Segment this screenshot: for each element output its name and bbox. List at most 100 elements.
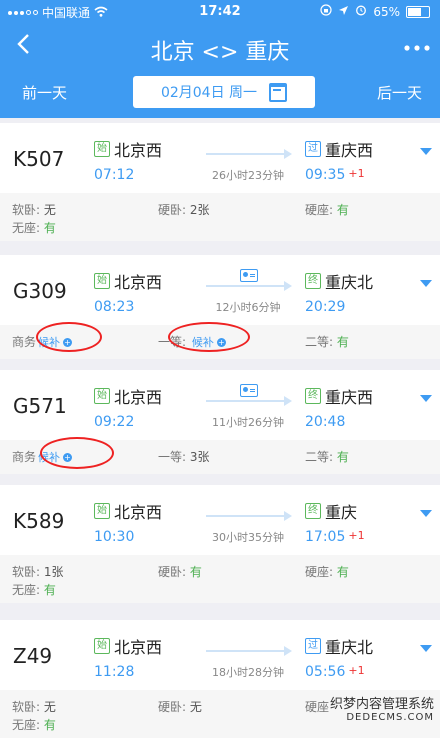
seat-value: 3张 — [189, 450, 210, 464]
departure: 始北京西 08:23 — [94, 269, 162, 315]
seat-label: 软卧: — [12, 700, 44, 714]
next-day-button[interactable]: 后一天 — [377, 82, 422, 103]
more-icon — [404, 45, 430, 51]
seat-value: 1张 — [43, 565, 64, 579]
to-station: 重庆西 — [325, 141, 374, 160]
seat-value: 有 — [189, 565, 202, 579]
seat-label: 无座: — [12, 583, 44, 597]
seat-label: 二等: — [305, 335, 337, 349]
date-picker[interactable]: 02月04日 周一 — [133, 76, 315, 108]
duration: 18小时28分钟 — [212, 666, 284, 679]
departure: 始北京西 10:30 — [94, 499, 162, 545]
arrival-time: 20:48 — [305, 414, 346, 430]
highlight-circle — [40, 437, 114, 469]
from-station: 北京西 — [114, 638, 163, 657]
from-station: 北京西 — [114, 503, 163, 522]
departure: 始北京西 11:28 — [94, 634, 162, 680]
seat-label: 硬卧: — [158, 700, 190, 714]
next-day-badge: +1 — [348, 529, 365, 542]
navbar: 北京 <> 重庆 — [0, 28, 440, 68]
arrow-icon — [206, 149, 292, 159]
seat-label: 无座: — [12, 718, 44, 732]
duration: 30小时35分钟 — [212, 531, 284, 544]
prev-day-button[interactable]: 前一天 — [22, 82, 67, 103]
seat-soft-sleeper: 软卧: 1张 — [12, 563, 64, 580]
arrival: 过重庆北 05:56 +1 — [305, 634, 373, 680]
seat-value: 有 — [43, 718, 56, 732]
chevron-down-icon[interactable] — [420, 510, 432, 517]
end-tag: 终 — [305, 273, 321, 289]
seat-standing: 无座: 有 — [12, 581, 56, 598]
train-number: G571 — [13, 394, 67, 418]
duration: 12小时6分钟 — [215, 301, 281, 314]
seat-hard-seat: 硬座: 有 — [305, 563, 349, 580]
status-bar: 中国联通 17:42 65% — [0, 0, 440, 24]
to-station: 重庆 — [325, 503, 358, 522]
seat-label: 一等: — [158, 450, 190, 464]
arrival: 终重庆北 20:29 — [305, 269, 373, 315]
seat-hard-seat: 硬座: 有 — [305, 201, 349, 218]
lock-rotation-icon — [320, 4, 332, 19]
seat-value: 无 — [43, 700, 56, 714]
start-tag: 始 — [94, 388, 110, 404]
seat-value: 有 — [336, 335, 349, 349]
train-card[interactable]: K589 始北京西 10:30 30小时35分钟 终重庆 17:05 +1 软卧:… — [0, 485, 440, 603]
seat-standing: 无座: 有 — [12, 716, 56, 733]
seat-label: 商务 — [12, 450, 37, 464]
chevron-down-icon[interactable] — [420, 148, 432, 155]
battery-icon — [406, 5, 430, 18]
seat-second-class: 二等: 有 — [305, 333, 349, 350]
end-tag: 终 — [305, 388, 321, 404]
train-number: K589 — [13, 509, 65, 533]
from-station: 北京西 — [114, 388, 163, 407]
train-number: Z49 — [13, 644, 53, 668]
seat-hard-sleeper: 硬卧: 无 — [158, 698, 202, 715]
location-icon — [338, 5, 349, 19]
page-title: 北京 <> 重庆 — [150, 40, 290, 65]
train-number: G309 — [13, 279, 67, 303]
arrival-time: 17:05 — [305, 529, 346, 545]
more-button[interactable] — [402, 34, 432, 64]
arrow-icon — [206, 281, 292, 291]
seat-hard-seat: 硬座 — [305, 698, 329, 715]
arrival-time: 09:35 — [305, 167, 346, 183]
watermark-line2: DEDECMS.COM — [346, 712, 434, 723]
watermark-line1: 织梦内容管理系统 — [329, 697, 434, 712]
end-tag: 终 — [305, 503, 321, 519]
seat-label: 软卧: — [12, 203, 44, 217]
train-card[interactable]: G571 始北京西 09:22 11小时26分钟 终重庆西 20:48 商务 候补… — [0, 370, 440, 474]
chevron-down-icon[interactable] — [420, 280, 432, 287]
train-number: K507 — [13, 147, 65, 171]
arrival: 终重庆 17:05 +1 — [305, 499, 365, 545]
arrow-icon — [206, 396, 292, 406]
seat-label: 硬卧: — [158, 203, 190, 217]
seat-value: 无 — [189, 700, 202, 714]
departure-time: 10:30 — [94, 529, 135, 545]
arrow-icon — [206, 511, 292, 521]
seat-first-class: 一等: 3张 — [158, 448, 210, 465]
departure: 始北京西 09:22 — [94, 384, 162, 430]
date-label: 02月04日 周一 — [160, 85, 258, 101]
to-station: 重庆北 — [325, 273, 374, 292]
departure: 始北京西 07:12 — [94, 137, 162, 183]
seat-value: 有 — [336, 450, 349, 464]
seat-value: 无 — [43, 203, 56, 217]
chevron-down-icon[interactable] — [420, 395, 432, 402]
arrow-icon — [206, 646, 292, 656]
seat-value: 有 — [43, 583, 56, 597]
departure-time: 07:12 — [94, 167, 135, 183]
from-station: 北京西 — [114, 141, 163, 160]
from-station: 北京西 — [114, 273, 163, 292]
arrival: 过重庆西 09:35 +1 — [305, 137, 373, 183]
train-card[interactable]: K507 始北京西 07:12 26小时23分钟 过重庆西 09:35 +1 软卧… — [0, 123, 440, 241]
chevron-down-icon[interactable] — [420, 645, 432, 652]
next-day-badge: +1 — [348, 664, 365, 677]
header: 中国联通 17:42 65% 北京 <> 重庆 前一天 02月04日 周一 后一… — [0, 0, 440, 118]
departure-time: 08:23 — [94, 299, 135, 315]
train-card[interactable]: G309 始北京西 08:23 12小时6分钟 终重庆北 20:29 商务 候补 +… — [0, 255, 440, 359]
start-tag: 始 — [94, 503, 110, 519]
seat-value: 2张 — [189, 203, 210, 217]
start-tag: 始 — [94, 141, 110, 157]
arrival-time: 20:29 — [305, 299, 346, 315]
pass-tag: 过 — [305, 638, 321, 654]
